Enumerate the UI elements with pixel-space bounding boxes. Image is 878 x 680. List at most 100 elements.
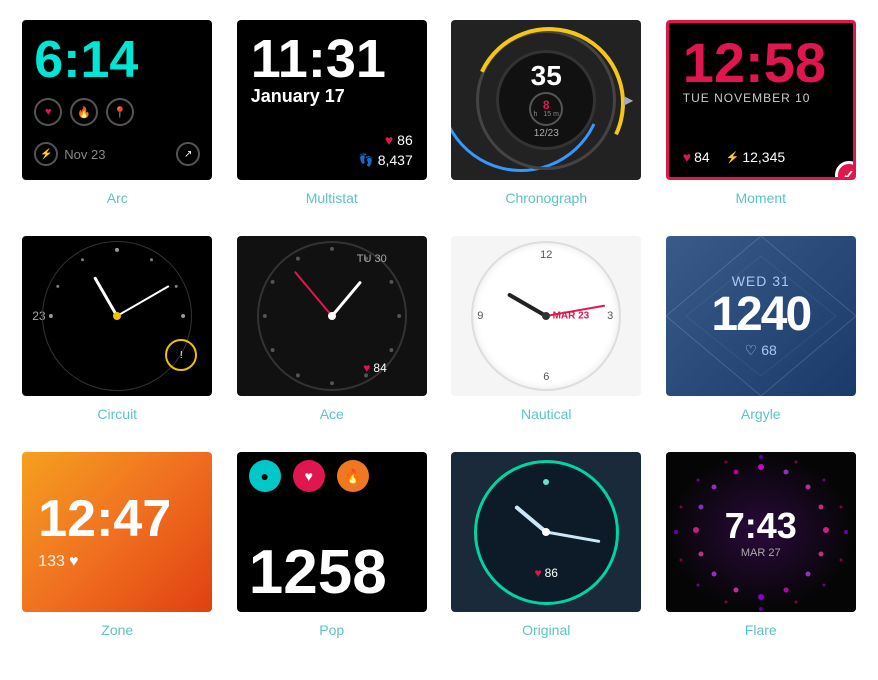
zone-steps-value: 133 <box>38 553 65 571</box>
arc-step-icon: ⚡ <box>34 142 58 166</box>
watch-face-ace[interactable]: TU 30 ♥ 84 <box>237 236 427 396</box>
multistat-label: Multistat <box>306 190 358 206</box>
watch-item-chronograph[interactable]: 35 8 h 15 m 12/23 ▶ Chronograph <box>449 20 644 206</box>
naut-9: 9 <box>477 310 483 322</box>
flare-time: 7:43 <box>725 505 797 547</box>
watch-faces-grid: 6:14 ♥ 🔥 📍 ⚡ Nov 23 ↗ Arc 11:31 January … <box>20 20 858 638</box>
orig-dial: ♥ 86 <box>474 460 619 605</box>
chrono-date: 12/23 <box>534 128 559 139</box>
ace-dial: TU 30 ♥ 84 <box>257 241 407 391</box>
pop-time: 1258 <box>249 542 415 604</box>
chrono-small-ring: 8 h 15 m <box>529 92 563 126</box>
orig-min-hand <box>546 531 601 544</box>
moment-label: Moment <box>735 190 786 206</box>
arc-pin-icon: 📍 <box>106 98 134 126</box>
argyle-label: Argyle <box>741 406 781 422</box>
chrono-hours: 8 <box>543 99 550 111</box>
watch-face-flare[interactable]: 7:43 MAR 27 <box>666 452 856 612</box>
argyle-stat: ♡ 68 <box>745 342 777 359</box>
circuit-dial <box>42 241 192 391</box>
mom-month: NOVEMBER 10 <box>714 91 810 105</box>
pop-teal-icon: ● <box>249 460 281 492</box>
orig-center-dot <box>542 528 550 536</box>
watch-face-nautical[interactable]: 12 3 6 9 MAR 23 <box>451 236 641 396</box>
ms-heart-icon: ♥ <box>385 132 393 148</box>
mom-top: 12:58 TUE NOVEMBER 10 <box>683 35 839 105</box>
watch-face-circuit[interactable]: 23 ! <box>22 236 212 396</box>
watch-face-pop[interactable]: ● ♥ 🔥 1258 <box>237 452 427 612</box>
ms-heart-value: 86 <box>397 132 413 148</box>
watch-item-ace[interactable]: TU 30 ♥ 84 Ace <box>235 236 430 422</box>
mom-steps-stat: ⚡ 12,345 <box>726 149 786 165</box>
chrono-big-num: 35 <box>531 62 562 90</box>
mom-heart-icon: ♥ <box>683 149 691 165</box>
pop-heart-icon: ♥ <box>293 460 325 492</box>
arc-loc-icon: ↗ <box>176 142 200 166</box>
chrono-outer: 35 8 h 15 m 12/23 <box>476 30 616 170</box>
zone-heart-icon: ♥ <box>69 553 79 571</box>
arc-time: 6:14 <box>34 34 200 86</box>
arc-flame-icon: 🔥 <box>70 98 98 126</box>
mom-heart-value: 84 <box>694 149 710 165</box>
mom-steps-value: 12,345 <box>742 149 785 165</box>
watch-face-original[interactable]: ♥ 86 <box>451 452 641 612</box>
naut-3: 3 <box>607 310 613 322</box>
argyle-heart-value: 68 <box>761 342 777 358</box>
argyle-time: 1240 <box>711 289 810 342</box>
argyle-day: WED 31 <box>732 273 790 289</box>
chrono-labels: h 15 m <box>534 111 560 118</box>
arc-icons: ♥ 🔥 📍 <box>34 98 200 126</box>
watch-face-chronograph[interactable]: 35 8 h 15 m 12/23 ▶ <box>451 20 641 180</box>
argyle-heart-icon: ♡ <box>745 342 758 359</box>
ms-stats: ♥ 86 👣 8,437 <box>251 132 413 168</box>
ace-stat: ♥ 84 <box>363 361 386 375</box>
watch-item-original[interactable]: ♥ 86 Original <box>449 452 644 638</box>
watch-face-zone[interactable]: 12:47 133 ♥ <box>22 452 212 612</box>
ms-steps-stat: 👣 8,437 <box>359 152 413 168</box>
naut-center-dot <box>542 312 550 320</box>
orig-heart-value: 86 <box>545 566 558 580</box>
ace-date: TU 30 <box>357 253 387 265</box>
watch-item-arc[interactable]: 6:14 ♥ 🔥 📍 ⚡ Nov 23 ↗ Arc <box>20 20 215 206</box>
ace-heart-icon: ♥ <box>363 361 370 375</box>
naut-6: 6 <box>543 371 549 383</box>
zone-time: 12:47 <box>38 493 171 545</box>
original-label: Original <box>522 622 570 638</box>
mom-heart-stat: ♥ 84 <box>683 149 710 165</box>
naut-dial: 12 3 6 9 MAR 23 <box>471 241 621 391</box>
ace-heart-value: 84 <box>373 361 386 375</box>
ace-label: Ace <box>320 406 344 422</box>
watch-item-zone[interactable]: 12:47 133 ♥ Zone <box>20 452 215 638</box>
chrono-play-icon: ▶ <box>624 93 633 107</box>
ms-top: 11:31 January 17 <box>251 32 413 107</box>
ace-center-dot <box>328 312 336 320</box>
watch-item-argyle[interactable]: WED 31 1240 ♡ 68 Argyle <box>664 236 859 422</box>
flare-date: MAR 27 <box>741 547 781 559</box>
arc-heart-icon: ♥ <box>34 98 62 126</box>
flare-label: Flare <box>745 622 777 638</box>
mom-steps-icon: ⚡ <box>726 151 740 164</box>
chronograph-label: Chronograph <box>505 190 587 206</box>
watch-face-multistat[interactable]: 11:31 January 17 ♥ 86 👣 8,437 <box>237 20 427 180</box>
orig-dot-top <box>543 479 549 485</box>
watch-item-flare[interactable]: 7:43 MAR 27 Flare <box>664 452 859 638</box>
watch-item-pop[interactable]: ● ♥ 🔥 1258 Pop <box>235 452 430 638</box>
watch-item-circuit[interactable]: 23 ! Circuit <box>20 236 215 422</box>
watch-item-nautical[interactable]: 12 3 6 9 MAR 23 Nautical <box>449 236 644 422</box>
arc-bottom: ⚡ Nov 23 ↗ <box>34 138 200 170</box>
watch-face-moment[interactable]: 12:58 TUE NOVEMBER 10 ♥ 84 ⚡ 12,345 ✓ <box>666 20 856 180</box>
orig-stat: ♥ 86 <box>535 566 558 580</box>
naut-hour-hand <box>507 292 547 317</box>
circuit-label: Circuit <box>97 406 137 422</box>
nautical-label: Nautical <box>521 406 572 422</box>
arc-date: Nov 23 <box>64 147 105 162</box>
arc-label: Arc <box>107 190 128 206</box>
ms-heart-stat: ♥ 86 <box>385 132 413 148</box>
watch-face-arc[interactable]: 6:14 ♥ 🔥 📍 ⚡ Nov 23 ↗ <box>22 20 212 180</box>
watch-item-moment[interactable]: 12:58 TUE NOVEMBER 10 ♥ 84 ⚡ 12,345 ✓ Mo… <box>664 20 859 206</box>
watch-face-argyle[interactable]: WED 31 1240 ♡ 68 <box>666 236 856 396</box>
watch-item-multistat[interactable]: 11:31 January 17 ♥ 86 👣 8,437 Multistat <box>235 20 430 206</box>
circuit-badge: ! <box>165 339 197 371</box>
chrono-inner: 35 8 h 15 m 12/23 <box>496 50 596 150</box>
chrono-h-label: h <box>534 111 538 118</box>
